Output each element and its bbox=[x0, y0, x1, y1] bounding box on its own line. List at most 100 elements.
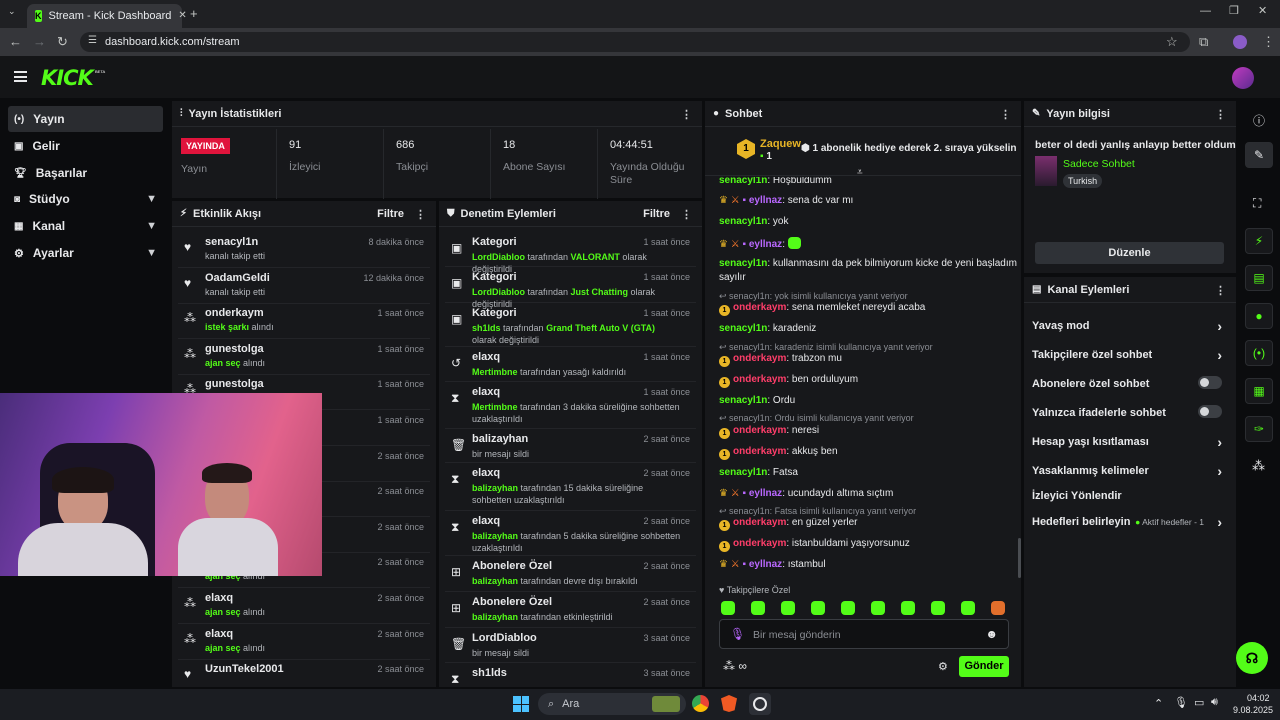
moderation-filter-button[interactable]: Filtre bbox=[643, 208, 670, 220]
tray-network-icon[interactable]: ▭ bbox=[1194, 696, 1204, 709]
user-avatar[interactable] bbox=[1232, 67, 1254, 89]
mod-target[interactable]: Kategori bbox=[472, 307, 517, 319]
channel-action-row[interactable]: İzleyici Yönlendir bbox=[1032, 490, 1226, 504]
chat-username[interactable]: onderkaym bbox=[733, 517, 786, 528]
activity-username[interactable]: UzunTekel2001 bbox=[205, 663, 284, 675]
more-options-icon[interactable]: ⋮ bbox=[1215, 108, 1226, 121]
chat-username[interactable]: onderkaym bbox=[733, 302, 786, 313]
rail-broadcast-icon[interactable]: (•) bbox=[1245, 340, 1273, 366]
mod-target[interactable]: sh1lds bbox=[472, 667, 507, 679]
mod-target[interactable]: elaxq bbox=[472, 467, 500, 479]
chat-username[interactable]: senacyl1n bbox=[719, 467, 767, 478]
brave-taskbar-icon[interactable] bbox=[721, 695, 737, 712]
nav-studyo[interactable]: ◙ Stüdyo ▼ bbox=[8, 186, 163, 212]
tray-chevron-icon[interactable]: ⌃ bbox=[1154, 697, 1163, 710]
nav-basarilar[interactable]: 🏆︎ Başarılar bbox=[8, 160, 163, 186]
windows-start-icon[interactable] bbox=[513, 696, 529, 712]
mod-user[interactable]: Mertimbne bbox=[472, 402, 518, 412]
pinned-gift-banner[interactable]: 1 Zaquew ▪ 1 ⬢ 1 abonelik hediye ederek … bbox=[705, 128, 1021, 178]
tray-mic-icon[interactable]: 🎙︎ bbox=[1174, 696, 1188, 709]
mod-user[interactable]: balizayhan bbox=[472, 531, 518, 541]
chat-username[interactable]: onderkaym bbox=[733, 353, 786, 364]
close-tab-icon[interactable]: ✕ bbox=[178, 11, 186, 21]
mod-target[interactable]: LordDiabloo bbox=[472, 632, 537, 644]
site-info-icon[interactable]: ☰ bbox=[88, 36, 97, 46]
emote-9[interactable] bbox=[961, 601, 975, 615]
emote-4[interactable] bbox=[811, 601, 825, 615]
chat-settings-icon[interactable]: ⚙ bbox=[938, 660, 948, 673]
hamburger-menu-icon[interactable] bbox=[14, 71, 27, 82]
rail-edit-icon[interactable]: ✎ bbox=[1245, 142, 1273, 168]
clock-time[interactable]: 04:02 bbox=[1247, 693, 1270, 703]
emote-1[interactable] bbox=[721, 601, 735, 615]
emote-6[interactable] bbox=[871, 601, 885, 615]
nav-gelir[interactable]: ▣ Gelir bbox=[8, 133, 163, 159]
mod-user[interactable]: Mertimbne bbox=[472, 367, 518, 377]
profile-avatar[interactable] bbox=[1233, 35, 1247, 49]
mod-target[interactable]: Kategori bbox=[472, 236, 517, 248]
close-window-icon[interactable]: ✕ bbox=[1258, 6, 1267, 17]
emote-8[interactable] bbox=[931, 601, 945, 615]
activity-username[interactable]: OadamGeldi bbox=[205, 272, 270, 284]
more-options-icon[interactable]: ⋮ bbox=[681, 108, 692, 121]
activity-filter-button[interactable]: Filtre bbox=[377, 208, 404, 220]
mod-user[interactable]: sh1lds bbox=[472, 323, 501, 333]
more-options-icon[interactable]: ⋮ bbox=[415, 208, 426, 221]
chat-username[interactable]: senacyl1n bbox=[719, 216, 767, 227]
tray-volume-icon[interactable]: 🔊︎ bbox=[1211, 696, 1218, 709]
tab-search-icon[interactable]: ⌄ bbox=[8, 7, 16, 16]
browser-menu-icon[interactable]: ⋮ bbox=[1262, 35, 1275, 48]
chat-username[interactable]: senacyl1n bbox=[719, 258, 767, 269]
channel-action-row[interactable]: Yavaş mod › bbox=[1032, 318, 1226, 334]
bookmark-star-icon[interactable]: ☆ bbox=[1166, 35, 1178, 48]
emote-3[interactable] bbox=[781, 601, 795, 615]
more-options-icon[interactable]: ⋮ bbox=[1000, 108, 1011, 121]
mod-target[interactable]: elaxq bbox=[472, 351, 500, 363]
edit-stream-button[interactable]: Düzenle bbox=[1035, 242, 1224, 264]
url-field[interactable]: dashboard.kick.com/stream bbox=[80, 32, 1190, 52]
emoji-icon[interactable]: ☻ bbox=[985, 627, 998, 641]
emote-7[interactable] bbox=[901, 601, 915, 615]
chrome-taskbar-icon[interactable] bbox=[692, 695, 709, 712]
channel-action-row[interactable]: Hedefleri belirleyin › ● Aktif hedefler - … bbox=[1032, 514, 1226, 530]
activity-username[interactable]: gunestolga bbox=[205, 378, 264, 390]
send-button[interactable]: Gönder bbox=[959, 656, 1009, 677]
activity-username[interactable]: senacyl1n bbox=[205, 236, 258, 248]
mod-user[interactable]: LordDiabloo bbox=[472, 252, 525, 262]
chat-username[interactable]: senacyl1n bbox=[719, 177, 767, 186]
nav-ayarlar[interactable]: ⚙ Ayarlar ▼ bbox=[8, 240, 163, 266]
chat-username[interactable]: senacyl1n bbox=[719, 323, 767, 334]
reload-icon[interactable]: ↻ bbox=[57, 35, 68, 48]
clock-date[interactable]: 9.08.2025 bbox=[1233, 705, 1273, 715]
mod-user[interactable]: balizayhan bbox=[472, 612, 518, 622]
mod-target[interactable]: Abonelere Özel bbox=[472, 560, 552, 572]
mod-target[interactable]: elaxq bbox=[472, 515, 500, 527]
chat-username[interactable]: eyllnaz bbox=[749, 239, 782, 250]
rail-layout-icon[interactable]: ▦ bbox=[1245, 378, 1273, 404]
channel-action-row[interactable]: Abonelere özel sohbet bbox=[1032, 376, 1226, 392]
activity-username[interactable]: elaxq bbox=[205, 628, 233, 640]
maximize-icon[interactable]: ❐ bbox=[1229, 6, 1239, 17]
activity-username[interactable]: elaxq bbox=[205, 592, 233, 604]
channel-action-row[interactable]: Hesap yaşı kısıtlaması › bbox=[1032, 434, 1226, 450]
chat-username[interactable]: eyllnaz bbox=[749, 488, 782, 499]
emote-5[interactable] bbox=[841, 601, 855, 615]
app-taskbar-icon[interactable] bbox=[749, 693, 771, 715]
mod-target[interactable]: elaxq bbox=[472, 386, 500, 398]
minimize-icon[interactable]: — bbox=[1200, 6, 1211, 17]
extensions-icon[interactable]: ⧉ bbox=[1199, 35, 1208, 48]
mod-user[interactable]: balizayhan bbox=[472, 576, 518, 586]
more-options-icon[interactable]: ⋮ bbox=[681, 208, 692, 221]
forward-icon[interactable]: → bbox=[33, 35, 46, 48]
rail-notes-icon[interactable]: ▤ bbox=[1245, 265, 1273, 291]
back-icon[interactable]: ← bbox=[9, 35, 22, 48]
taskbar-search[interactable]: ⌕ Ara bbox=[538, 693, 686, 715]
activity-username[interactable]: onderkaym bbox=[205, 307, 264, 319]
chat-username[interactable]: senacyl1n bbox=[719, 395, 767, 406]
nav-kanal[interactable]: ▦ Kanal ▼ bbox=[8, 213, 163, 239]
activity-username[interactable]: gunestolga bbox=[205, 343, 264, 355]
help-chat-icon[interactable]: ☊ bbox=[1236, 642, 1268, 674]
mod-target[interactable]: Abonelere Özel bbox=[472, 596, 552, 608]
browser-tab[interactable]: K Stream - Kick Dashboard ✕ bbox=[27, 4, 187, 28]
rail-wrench-icon[interactable]: ✑ bbox=[1245, 416, 1273, 442]
